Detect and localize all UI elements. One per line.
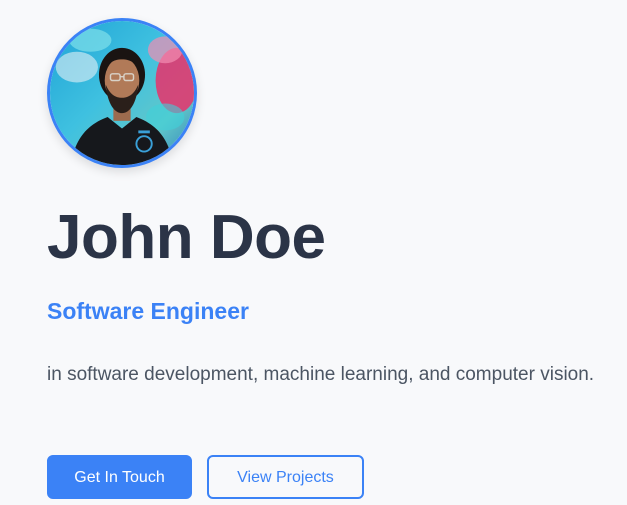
avatar <box>47 18 197 168</box>
get-in-touch-button[interactable]: Get In Touch <box>47 455 192 499</box>
profile-name: John Doe <box>47 203 326 272</box>
profile-bio: in software development, machine learnin… <box>47 364 595 385</box>
view-projects-button[interactable]: View Projects <box>207 455 364 499</box>
hero-section: John Doe Software Engineer in software d… <box>0 0 627 505</box>
profile-role: Software Engineer <box>47 298 249 324</box>
avatar-photo <box>50 21 194 165</box>
